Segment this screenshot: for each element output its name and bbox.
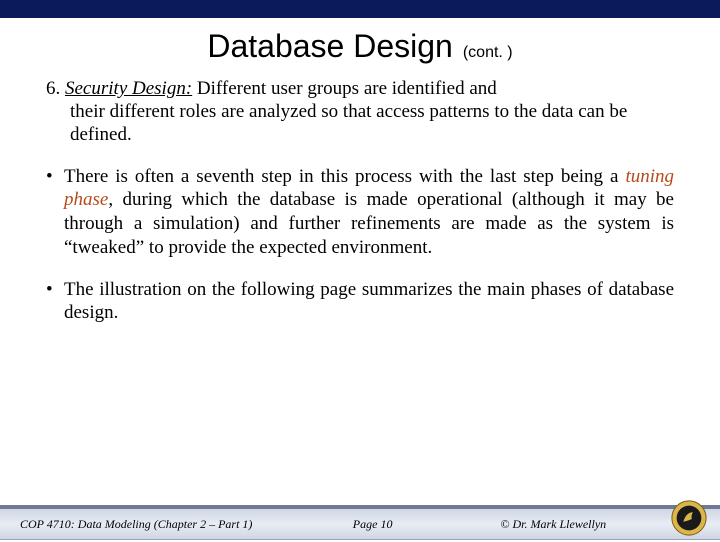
bullet-2-pre: The illustration on the following page s… <box>64 279 674 324</box>
content-area: 6. Security Design: Different user group… <box>0 73 720 508</box>
slide: Database Design (cont. ) 6. Security Des… <box>0 0 720 540</box>
bullet-1-post: , during which the database is made oper… <box>64 189 674 258</box>
bullet-icon: • <box>46 278 64 326</box>
ucf-pegasus-logo-icon <box>670 499 708 537</box>
footer-course: COP 4710: Data Modeling (Chapter 2 – Par… <box>0 517 353 532</box>
slide-title: Database Design <box>207 28 452 64</box>
bullet-icon: • <box>46 165 64 260</box>
footer-page: Page 10 <box>353 517 483 532</box>
list-item-6: 6. Security Design: Different user group… <box>46 77 674 147</box>
bullet-2-text: The illustration on the following page s… <box>64 278 674 326</box>
top-band <box>0 0 720 18</box>
bullet-1: • There is often a seventh step in this … <box>46 165 674 260</box>
item6-text-rest: their different roles are analyzed so th… <box>46 100 674 146</box>
footer-bar: COP 4710: Data Modeling (Chapter 2 – Par… <box>0 508 720 540</box>
title-area: Database Design (cont. ) <box>0 18 720 73</box>
bullet-2: • The illustration on the following page… <box>46 278 674 326</box>
item6-number: 6. <box>46 78 60 99</box>
item6-label: Security Design: <box>65 78 192 99</box>
item6-text-first: Different user groups are identified and <box>197 78 497 99</box>
slide-title-cont: (cont. ) <box>463 44 513 61</box>
bullet-1-text: There is often a seventh step in this pr… <box>64 165 674 260</box>
bullet-1-pre: There is often a seventh step in this pr… <box>64 166 625 187</box>
